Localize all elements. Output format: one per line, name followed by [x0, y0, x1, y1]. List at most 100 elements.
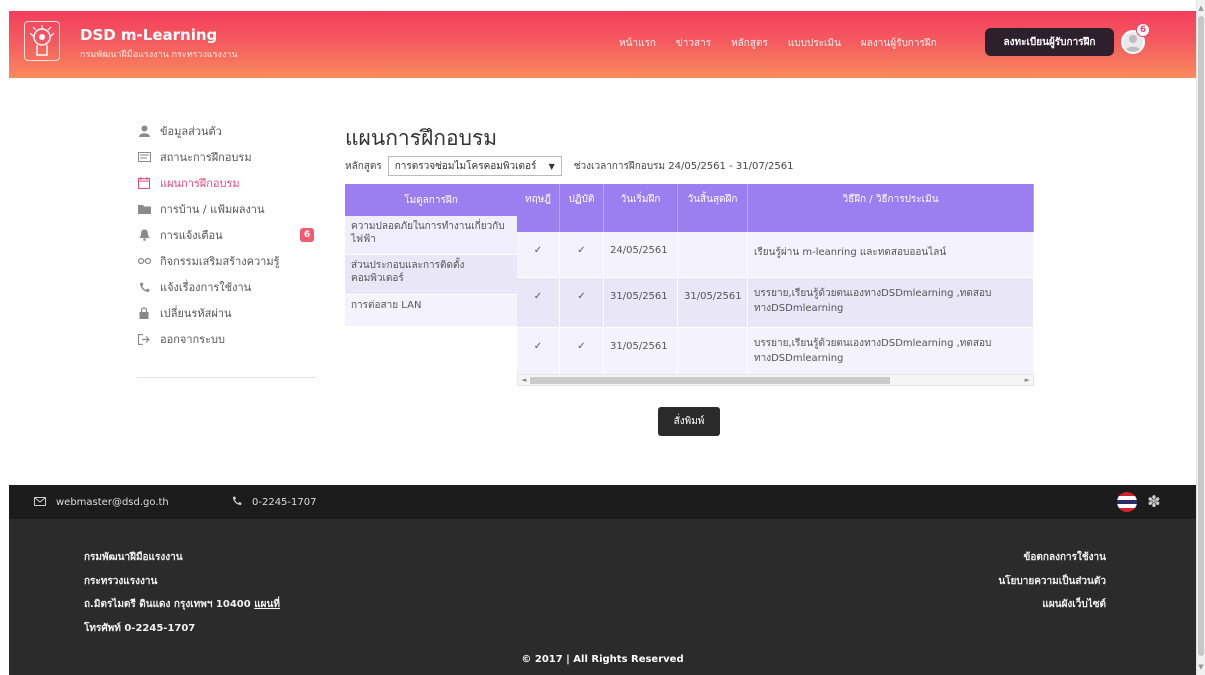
- scroll-up-arrow-icon[interactable]: ▲: [1198, 4, 1204, 12]
- theory-check: ✓: [517, 232, 560, 277]
- table-header-row: ทฤษฎี ปฏิบัติ วันเริ่มฝึก วันสิ้นสุดฝึก …: [517, 184, 1034, 232]
- sidebar-item-label: แจ้งเรื่องการใช้งาน: [160, 281, 252, 294]
- folder-icon: [137, 202, 151, 216]
- table-scroll-thumb[interactable]: [530, 377, 890, 384]
- sidebar-item-change-password[interactable]: เปลี่ยนรหัสผ่าน: [137, 300, 320, 326]
- course-select-value: การตรวจซ่อมไมโครคอมพิวเตอร์: [394, 160, 537, 172]
- status-card-icon: [137, 150, 151, 164]
- sidebar-item-training-plan[interactable]: แผนการฝึกอบรม: [137, 170, 320, 196]
- module-column-header: โมดูลการฝึก: [345, 184, 517, 216]
- brand-subtitle: กรมพัฒนาฝีมือแรงงาน กระทรวงแรงงาน: [80, 50, 238, 60]
- page-vertical-scrollbar[interactable]: ▲ ▼: [1196, 0, 1205, 675]
- bell-icon: [137, 228, 151, 242]
- top-navigation: หน้าแรก ข่าวสาร หลักสูตร แบบประเมิน ผลงา…: [619, 36, 957, 51]
- course-label: หลักสูตร: [345, 160, 382, 172]
- print-button[interactable]: สั่งพิมพ์: [658, 407, 720, 436]
- sidebar-item-notifications[interactable]: การแจ้งเตือน 6: [137, 222, 320, 248]
- footer-phone: 0-2245-1707: [232, 496, 316, 509]
- dsd-footer-emblem-icon: ✽: [1147, 492, 1161, 511]
- table-row: ✓ ✓ 31/05/2561 บรรยาย,เรียนรู้ด้วยตนเองท…: [517, 328, 1034, 376]
- practice-check: ✓: [560, 328, 604, 375]
- footer-email-text[interactable]: webmaster@dsd.go.th: [56, 497, 169, 508]
- copyright: © 2017 | All Rights Reserved: [521, 654, 684, 665]
- practice-check: ✓: [560, 232, 604, 277]
- sidebar-item-report-issue[interactable]: แจ้งเรื่องการใช้งาน: [137, 274, 320, 300]
- sidebar-item-profile[interactable]: ข้อมูลส่วนตัว: [137, 118, 320, 144]
- module-cell: ความปลอดภัยในการทำงานเกี่ยวกับไฟฟ้า: [345, 216, 517, 255]
- header-practice: ปฏิบัติ: [560, 184, 604, 232]
- start-date-cell: 31/05/2561: [604, 278, 678, 327]
- user-icon: [137, 124, 151, 138]
- end-date-cell: [678, 328, 748, 375]
- footer-org-name: กรมพัฒนาฝีมือแรงงาน: [84, 552, 183, 563]
- table-row: ✓ ✓ 31/05/2561 31/05/2561 บรรยาย,เรียนรู…: [517, 278, 1034, 328]
- dsd-emblem-icon: [29, 25, 55, 56]
- header-theory: ทฤษฎี: [517, 184, 560, 232]
- sidebar-item-label: กิจกรรมเสริมสร้างความรู้: [160, 255, 280, 268]
- lock-icon: [137, 306, 151, 320]
- footer-map-link[interactable]: แผนที่: [254, 599, 280, 610]
- table-horizontal-scrollbar[interactable]: ◄ ►: [517, 374, 1034, 386]
- theory-check: ✓: [517, 278, 560, 327]
- sidebar-item-enrichment-activities[interactable]: กิจกรรมเสริมสร้างความรู้: [137, 248, 320, 274]
- method-cell: บรรยาย,เรียนรู้ด้วยตนเองทางDSDmlearning …: [748, 278, 1034, 327]
- footer-ministry: กระทรวงแรงงาน: [84, 575, 158, 587]
- nav-assessment[interactable]: แบบประเมิน: [788, 36, 841, 51]
- notification-badge: 6: [300, 228, 314, 242]
- scroll-down-arrow-icon[interactable]: ▼: [1198, 663, 1204, 671]
- page-title: แผนการฝึกอบรม: [345, 126, 498, 150]
- theory-check: ✓: [517, 328, 560, 375]
- brand-title[interactable]: DSD m-Learning: [80, 26, 217, 44]
- sidebar-item-label: ออกจากระบบ: [160, 333, 225, 346]
- phone-icon: [137, 280, 151, 294]
- sidebar-item-training-status[interactable]: สถานะการฝึกอบรม: [137, 144, 320, 170]
- header-method: วิธีฝึก / วิธีการประเมิน: [748, 184, 1034, 232]
- footer-sitemap-link[interactable]: แผนผังเว็บไซต์: [998, 593, 1106, 617]
- course-filter-row: หลักสูตร การตรวจซ่อมไมโครคอมพิวเตอร์ ▼ ช…: [345, 156, 794, 176]
- footer-main: กรมพัฒนาฝีมือแรงงาน กระทรวงแรงงาน ถ.มิตร…: [9, 519, 1196, 675]
- nav-news[interactable]: ข่าวสาร: [676, 36, 711, 51]
- scroll-right-arrow-icon[interactable]: ►: [1025, 375, 1030, 385]
- phone-icon: [232, 496, 242, 509]
- footer-terms-link[interactable]: ข้อตกลงการใช้งาน: [998, 546, 1106, 570]
- scroll-thumb[interactable]: [1198, 16, 1204, 656]
- sidebar-item-label: การบ้าน / แฟ้มผลงาน: [160, 203, 265, 216]
- method-cell: บรรยาย,เรียนรู้ด้วยตนเองทางDSDmlearning …: [748, 328, 1034, 375]
- notification-count-badge: 6: [1136, 23, 1150, 37]
- sidebar-item-logout[interactable]: ออกจากระบบ: [137, 326, 320, 352]
- sidebar-item-label: แผนการฝึกอบรม: [160, 177, 240, 190]
- end-date-cell: 31/05/2561: [678, 278, 748, 327]
- nav-trainee-works[interactable]: ผลงานผู้รับการฝึก: [861, 36, 937, 51]
- nav-home[interactable]: หน้าแรก: [619, 36, 656, 51]
- start-date-cell: 31/05/2561: [604, 328, 678, 375]
- glasses-icon: [137, 254, 151, 268]
- module-cell: ส่วนประกอบและการติดตั้งคอมพิวเตอร์: [345, 255, 517, 295]
- module-column: โมดูลการฝึก ความปลอดภัยในการทำงานเกี่ยวก…: [345, 184, 517, 327]
- footer-links: ข้อตกลงการใช้งาน นโยบายความเป็นส่วนตัว แ…: [998, 546, 1106, 617]
- sidebar-item-label: ข้อมูลส่วนตัว: [160, 125, 222, 138]
- training-plan-table: ทฤษฎี ปฏิบัติ วันเริ่มฝึก วันสิ้นสุดฝึก …: [517, 184, 1034, 376]
- start-date-cell: 24/05/2561: [604, 232, 678, 277]
- profile-sidebar-menu: ข้อมูลส่วนตัว สถานะการฝึกอบรม แผนการฝึกอ…: [137, 118, 320, 352]
- sidebar-item-label: การแจ้งเตือน: [160, 229, 223, 242]
- footer-phone-text: 0-2245-1707: [252, 497, 317, 508]
- chevron-down-icon: ▼: [548, 161, 555, 171]
- footer-contact-bar: webmaster@dsd.go.th 0-2245-1707 ✽: [9, 485, 1196, 519]
- table-row: ✓ ✓ 24/05/2561 เรียนรู้ผ่าน m-leanring แ…: [517, 232, 1034, 278]
- thai-flag-icon[interactable]: [1117, 492, 1137, 512]
- footer-street: ถ.มิตรไมตรี ดินแดง กรุงเทพฯ 10400: [84, 599, 251, 610]
- calendar-icon: [137, 176, 151, 190]
- sidebar-item-label: เปลี่ยนรหัสผ่าน: [160, 307, 232, 320]
- course-select[interactable]: การตรวจซ่อมไมโครคอมพิวเตอร์ ▼: [387, 156, 562, 176]
- scroll-left-arrow-icon[interactable]: ◄: [521, 375, 526, 385]
- practice-check: ✓: [560, 278, 604, 327]
- sidebar-divider: [137, 377, 317, 378]
- register-trainee-button[interactable]: ลงทะเบียนผู้รับการฝึก: [985, 28, 1114, 56]
- nav-courses[interactable]: หลักสูตร: [731, 36, 768, 51]
- sidebar-item-homework[interactable]: การบ้าน / แฟ้มผลงาน: [137, 196, 320, 222]
- envelope-icon: [34, 496, 46, 509]
- dsd-logo[interactable]: [24, 21, 60, 61]
- training-period: ช่วงเวลาการฝึกอบรม 24/05/2561 - 31/07/25…: [573, 160, 794, 172]
- footer-privacy-link[interactable]: นโยบายความเป็นส่วนตัว: [998, 570, 1106, 594]
- method-cell: เรียนรู้ผ่าน m-leanring และทดสอบออนไลน์: [748, 232, 1034, 277]
